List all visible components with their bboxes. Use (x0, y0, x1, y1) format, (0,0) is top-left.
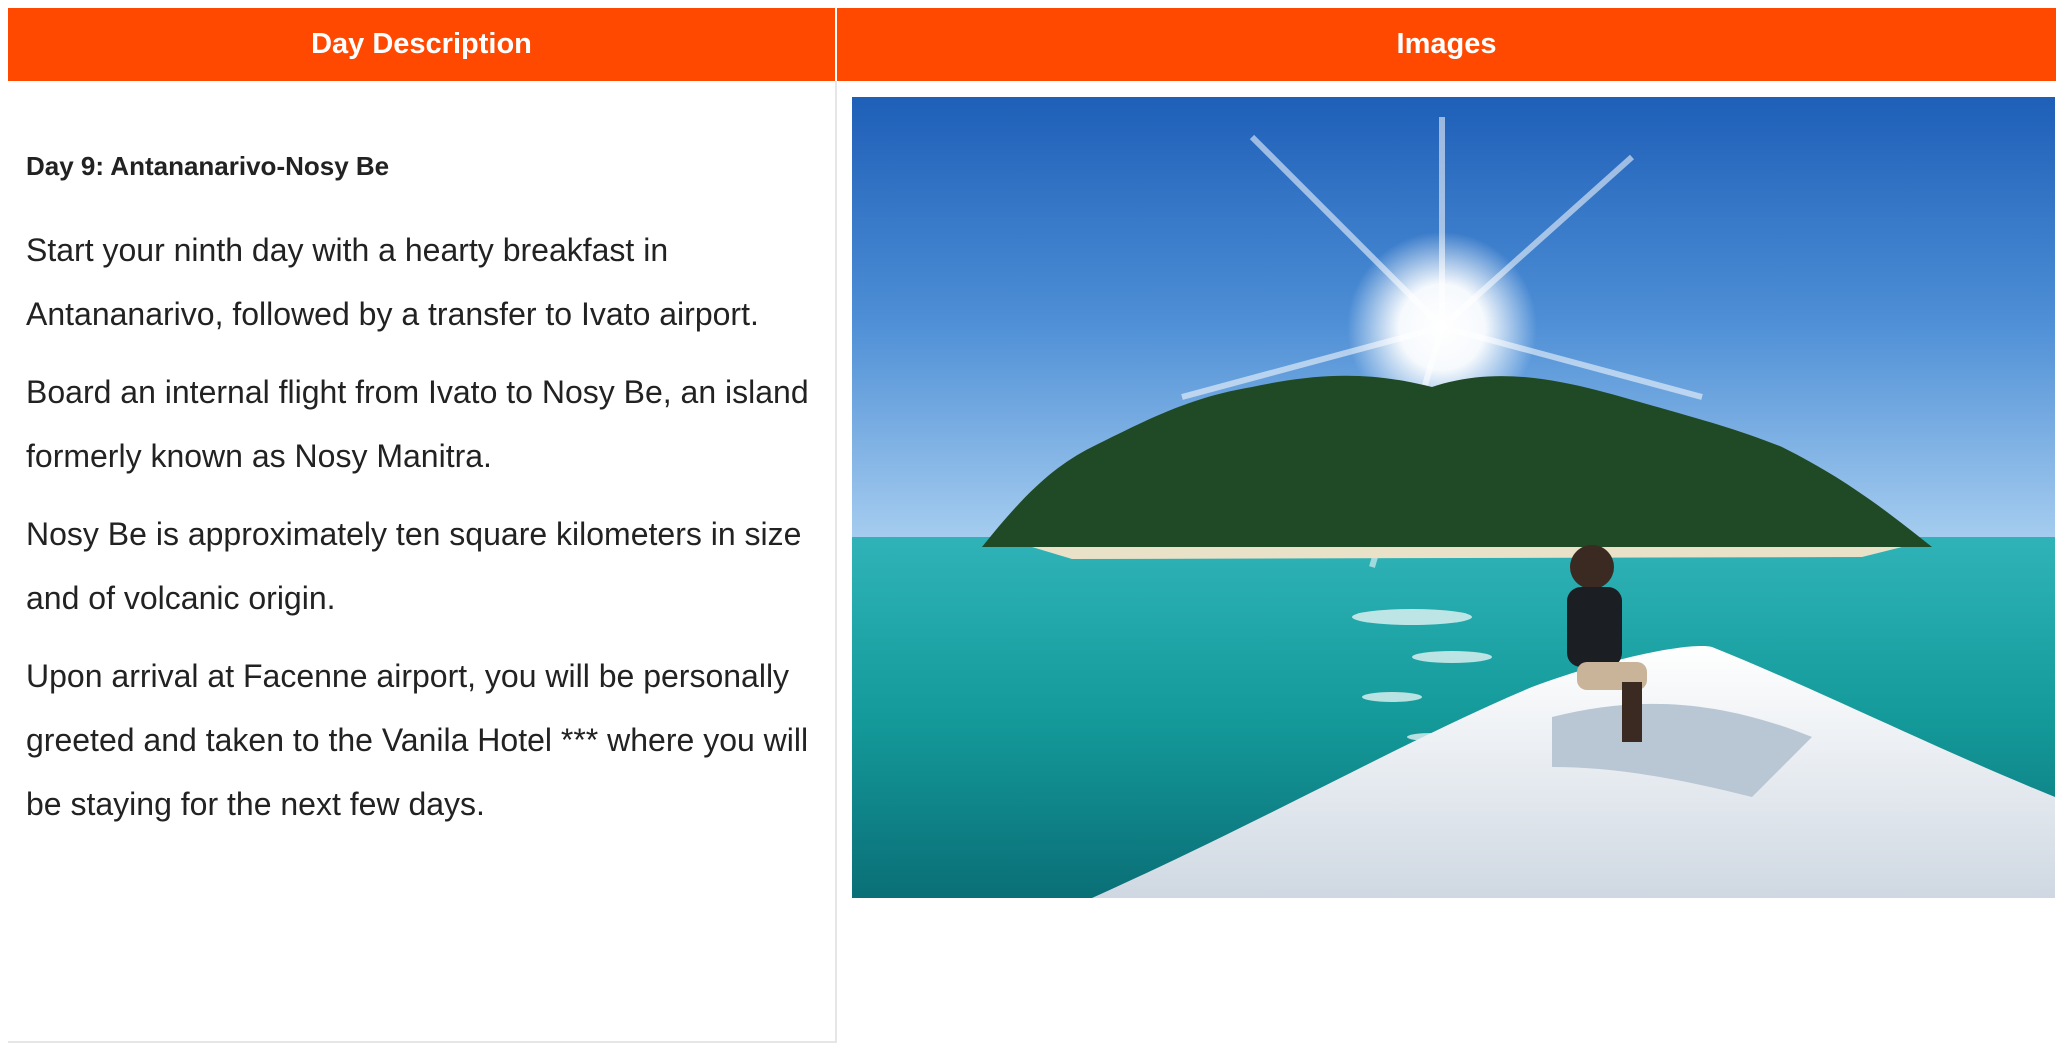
table-header-row: Day Description Images (8, 8, 2056, 81)
day-description-cell: Day 9: Antananarivo-Nosy Be Start your n… (8, 81, 837, 1043)
island-beach (1032, 547, 1902, 559)
island-boat-photo (852, 97, 2055, 898)
day-description-content: Day 9: Antananarivo-Nosy Be Start your n… (8, 81, 835, 1041)
day-title: Day 9: Antananarivo-Nosy Be (26, 151, 390, 181)
table-row: Day 9: Antananarivo-Nosy Be Start your n… (8, 81, 2056, 1043)
header-images: Images (836, 8, 2056, 81)
description-paragraph: Nosy Be is approximately ten square kilo… (26, 516, 802, 616)
header-day-description: Day Description (8, 8, 837, 81)
description-paragraph: Upon arrival at Facenne airport, you wil… (26, 658, 809, 822)
itinerary-table: Day Description Images Day 9: Antananari… (8, 8, 2056, 1043)
itinerary-table-wrapper: Day Description Images Day 9: Antananari… (8, 8, 2056, 1043)
description-paragraph: Board an internal flight from Ivato to N… (26, 374, 809, 474)
images-cell (836, 81, 2056, 1042)
images-content (837, 81, 2056, 898)
description-paragraph: Start your ninth day with a hearty break… (26, 232, 759, 332)
